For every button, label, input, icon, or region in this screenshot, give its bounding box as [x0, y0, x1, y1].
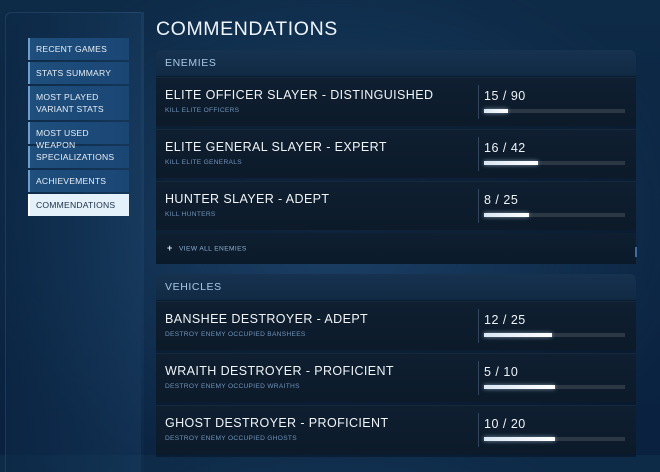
- nav-item-recent-games[interactable]: RECENT GAMES: [28, 38, 129, 60]
- vehicles-section: VEHICLES BANSHEE DESTROYER - ADEPT DESTR…: [156, 274, 636, 457]
- commendation-description: DESTROY ENEMY OCCUPIED BANSHEES: [165, 331, 306, 338]
- progress-bar-fill: [484, 385, 555, 389]
- commendation-progress-text: 5 / 10: [484, 365, 519, 379]
- commendation-name: BANSHEE DESTROYER - ADEPT: [165, 312, 369, 326]
- nav-item-stats-summary[interactable]: STATS SUMMARY: [28, 62, 129, 84]
- enemies-section: ENEMIES ELITE OFFICER SLAYER - DISTINGUI…: [156, 50, 636, 264]
- commendation-progress-text: 16 / 42: [484, 141, 526, 155]
- commendation-progress-bar: [484, 213, 625, 217]
- view-all-enemies-link[interactable]: + VIEW ALL ENEMIES: [156, 233, 636, 264]
- commendation-description: DESTROY ENEMY OCCUPIED GHOSTS: [165, 435, 297, 442]
- commendation-row[interactable]: HUNTER SLAYER - ADEPT KILL HUNTERS 8 / 2…: [156, 181, 636, 230]
- nav-item-commendations[interactable]: COMMENDATIONS: [28, 194, 129, 216]
- nav-item-achievements[interactable]: ACHIEVEMENTS: [28, 170, 129, 192]
- section-header-enemies: ENEMIES: [156, 50, 636, 77]
- commendation-description: DESTROY ENEMY OCCUPIED WRAITHS: [165, 383, 300, 390]
- commendation-progress-bar: [484, 161, 625, 165]
- commendation-row[interactable]: ELITE GENERAL SLAYER - EXPERT KILL ELITE…: [156, 129, 636, 178]
- scrollbar-thumb[interactable]: [635, 247, 637, 257]
- commendation-progress-bar: [484, 109, 625, 113]
- stats-nav: RECENT GAMES STATS SUMMARY MOST PLAYED V…: [28, 38, 129, 218]
- commendation-name: ELITE OFFICER SLAYER - DISTINGUISHED: [165, 88, 434, 102]
- view-all-label: VIEW ALL ENEMIES: [179, 245, 247, 253]
- row-divider: [478, 137, 479, 171]
- progress-bar-fill: [484, 213, 530, 217]
- progress-bar-fill: [484, 437, 555, 441]
- commendation-description: KILL ELITE OFFICERS: [165, 107, 240, 114]
- row-divider: [478, 309, 479, 343]
- row-divider: [478, 85, 479, 119]
- commendation-progress-text: 15 / 90: [484, 89, 526, 103]
- commendation-progress-text: 10 / 20: [484, 417, 526, 431]
- commendation-progress-text: 12 / 25: [484, 313, 526, 327]
- commendation-description: KILL HUNTERS: [165, 211, 216, 218]
- commendation-name: GHOST DESTROYER - PROFICIENT: [165, 416, 389, 430]
- commendation-row[interactable]: ELITE OFFICER SLAYER - DISTINGUISHED KIL…: [156, 77, 636, 126]
- commendation-row[interactable]: GHOST DESTROYER - PROFICIENT DESTROY ENE…: [156, 405, 636, 454]
- commendation-progress-text: 8 / 25: [484, 193, 519, 207]
- progress-bar-fill: [484, 333, 552, 337]
- commendation-name: HUNTER SLAYER - ADEPT: [165, 192, 330, 206]
- progress-bar-fill: [484, 161, 538, 165]
- row-divider: [478, 189, 479, 223]
- nav-item-most-played-variant-stats[interactable]: MOST PLAYED VARIANT STATS: [28, 86, 129, 120]
- row-divider: [478, 413, 479, 447]
- commendation-progress-bar: [484, 385, 625, 389]
- row-divider: [478, 361, 479, 395]
- commendation-name: WRAITH DESTROYER - PROFICIENT: [165, 364, 394, 378]
- commendation-row[interactable]: WRAITH DESTROYER - PROFICIENT DESTROY EN…: [156, 353, 636, 402]
- nav-item-most-used-weapon[interactable]: MOST USED WEAPON: [28, 122, 129, 150]
- commendation-name: ELITE GENERAL SLAYER - EXPERT: [165, 140, 387, 154]
- progress-bar-fill: [484, 109, 508, 113]
- page-title: COMMENDATIONS: [156, 18, 338, 40]
- section-header-vehicles: VEHICLES: [156, 274, 636, 301]
- commendation-row[interactable]: BANSHEE DESTROYER - ADEPT DESTROY ENEMY …: [156, 301, 636, 350]
- commendation-progress-bar: [484, 437, 625, 441]
- commendation-progress-bar: [484, 333, 625, 337]
- plus-icon: +: [167, 243, 173, 253]
- commendation-description: KILL ELITE GENERALS: [165, 159, 242, 166]
